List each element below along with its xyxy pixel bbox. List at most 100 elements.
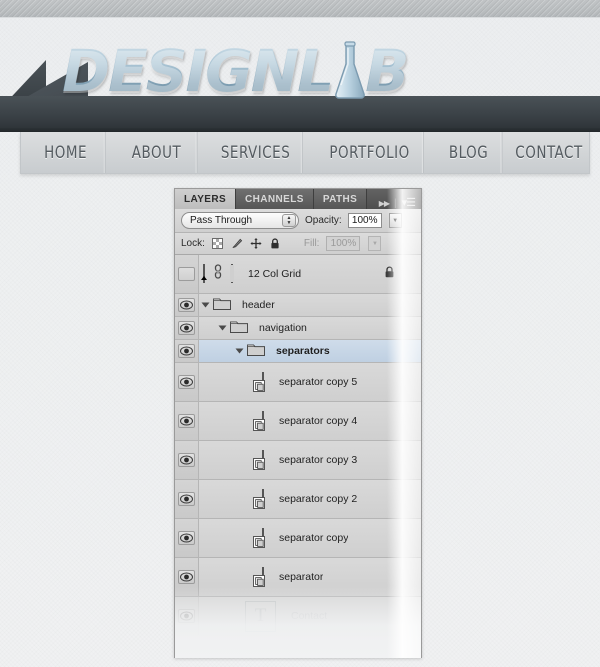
- layer-thumbnail[interactable]: [253, 372, 265, 392]
- panel-tab-strip: LAYERS CHANNELS PATHS ▶▶ | ▾☰: [175, 189, 421, 209]
- fill-stepper-icon[interactable]: ▼: [368, 236, 382, 251]
- lock-position-icon[interactable]: [250, 237, 262, 250]
- layer-visibility-toggle-off[interactable]: [175, 255, 199, 293]
- layer-row-content: separators: [199, 340, 421, 362]
- layer-row-content: header: [199, 294, 421, 316]
- layer-row[interactable]: header: [175, 294, 421, 317]
- layer-name: separator copy 5: [279, 376, 358, 388]
- panel-tab-controls: ▶▶ | ▾☰: [379, 198, 421, 210]
- tab-paths[interactable]: PATHS: [313, 189, 368, 209]
- layer-row[interactable]: separator copy 3: [175, 441, 421, 480]
- main-navigation: HOME ABOUT SERVICES PORTFOLIO BLOG CONTACT: [20, 132, 590, 174]
- top-stripe-band: [0, 0, 600, 18]
- nav-item-services[interactable]: SERVICES: [209, 132, 303, 173]
- opacity-label: Opacity:: [305, 215, 342, 226]
- blend-mode-select[interactable]: Pass Through ▲ ▼: [181, 212, 299, 229]
- eye-icon: [178, 375, 195, 389]
- layer-mask-thumbnail[interactable]: [231, 264, 233, 283]
- layer-row[interactable]: separator copy 4: [175, 402, 421, 441]
- panel-menu-icon[interactable]: ▾☰: [402, 198, 416, 209]
- layer-visibility-toggle-on[interactable]: [175, 519, 199, 557]
- layer-visibility-toggle-on[interactable]: [175, 294, 199, 316]
- lock-pixels-icon[interactable]: [231, 238, 243, 250]
- smart-object-badge-icon: [253, 458, 265, 470]
- layer-name: separators: [276, 345, 330, 357]
- eye-icon: [178, 570, 195, 584]
- layer-thumbnail[interactable]: [201, 264, 207, 283]
- layer-row[interactable]: T Contact: [175, 597, 421, 636]
- layer-row-content: separator copy: [199, 519, 421, 557]
- layer-row[interactable]: separator: [175, 558, 421, 597]
- eye-icon: [178, 492, 195, 506]
- layer-row-content: T Contact: [199, 597, 421, 635]
- layer-visibility-toggle-on[interactable]: [175, 317, 199, 339]
- lock-transparency-icon[interactable]: [212, 238, 224, 250]
- smart-object-badge-icon: [253, 419, 265, 431]
- eye-icon: [178, 414, 195, 428]
- layer-visibility-toggle-on[interactable]: [175, 363, 199, 401]
- disclosure-triangle-icon[interactable]: [235, 348, 244, 354]
- layer-visibility-toggle-on[interactable]: [175, 402, 199, 440]
- layer-visibility-toggle-on[interactable]: [175, 441, 199, 479]
- layer-row[interactable]: 12 Col Grid: [175, 255, 421, 294]
- eye-icon: [178, 267, 195, 281]
- opacity-stepper-icon[interactable]: ▼: [388, 213, 402, 228]
- blend-mode-stepper-icon[interactable]: ▲ ▼: [282, 214, 296, 227]
- layer-name: separator: [279, 571, 324, 583]
- layer-row[interactable]: separator copy 2: [175, 480, 421, 519]
- folder-icon: [213, 296, 231, 315]
- lock-all-icon[interactable]: [269, 238, 281, 250]
- layer-visibility-toggle-on[interactable]: [175, 597, 199, 635]
- layer-row[interactable]: separator copy 5: [175, 363, 421, 402]
- text-layer-icon[interactable]: T: [245, 600, 276, 632]
- site-logo[interactable]: DESIGNL B: [62, 37, 409, 105]
- layer-row-content: 12 Col Grid: [199, 255, 421, 293]
- flask-icon: [330, 40, 370, 100]
- layer-thumbnail[interactable]: [253, 489, 265, 509]
- eye-icon: [178, 321, 195, 335]
- layer-visibility-toggle-on[interactable]: [175, 558, 199, 596]
- layer-row-content: separator copy 4: [199, 402, 421, 440]
- nav-item-blog[interactable]: BLOG: [436, 132, 503, 173]
- eye-icon: [178, 453, 195, 467]
- nav-item-contact[interactable]: CONTACT: [512, 132, 586, 173]
- smart-object-badge-icon: [253, 380, 265, 392]
- layer-thumbnail[interactable]: [253, 528, 265, 548]
- tab-separator: |: [394, 198, 397, 209]
- fill-label: Fill:: [303, 238, 320, 249]
- layer-row-content: navigation: [199, 317, 421, 339]
- layer-visibility-toggle-on[interactable]: [175, 480, 199, 518]
- blend-mode-row: Pass Through ▲ ▼ Opacity: 100% ▼: [175, 209, 421, 233]
- photoshop-layers-panel[interactable]: LAYERS CHANNELS PATHS ▶▶ | ▾☰ Pass Throu…: [174, 188, 422, 658]
- link-mask-icon[interactable]: [213, 263, 223, 285]
- layer-row-content: separator copy 3: [199, 441, 421, 479]
- folder-icon: [247, 342, 265, 361]
- logo-text-part2: B: [365, 37, 409, 105]
- layer-row-content: separator copy 5: [199, 363, 421, 401]
- layer-thumbnail[interactable]: [253, 450, 265, 470]
- layer-name: 12 Col Grid: [248, 268, 302, 280]
- layer-name: navigation: [259, 322, 307, 334]
- smart-object-badge-icon: [253, 497, 265, 509]
- eye-icon: [178, 298, 195, 312]
- nav-item-home[interactable]: HOME: [26, 132, 106, 173]
- layer-thumbnail[interactable]: [253, 567, 265, 587]
- layer-row[interactable]: navigation: [175, 317, 421, 340]
- layer-visibility-toggle-on[interactable]: [175, 340, 199, 362]
- blend-mode-value: Pass Through: [190, 215, 253, 226]
- tab-layers[interactable]: LAYERS: [175, 189, 237, 209]
- disclosure-triangle-icon[interactable]: [201, 302, 210, 308]
- tab-channels[interactable]: CHANNELS: [236, 189, 314, 209]
- layer-name: header: [242, 299, 275, 311]
- disclosure-triangle-icon[interactable]: [218, 325, 227, 331]
- layer-row[interactable]: separator copy: [175, 519, 421, 558]
- nav-item-portfolio[interactable]: PORTFOLIO: [316, 132, 424, 173]
- layer-thumbnail[interactable]: [253, 411, 265, 431]
- fill-input[interactable]: 100%: [326, 236, 361, 251]
- nav-item-about[interactable]: ABOUT: [117, 132, 198, 173]
- opacity-input[interactable]: 100%: [347, 213, 382, 228]
- collapse-panel-icon[interactable]: ▶▶: [379, 199, 390, 208]
- layer-row[interactable]: separators: [175, 340, 421, 363]
- layer-name: separator copy: [279, 532, 349, 544]
- layer-row-content: separator: [199, 558, 421, 596]
